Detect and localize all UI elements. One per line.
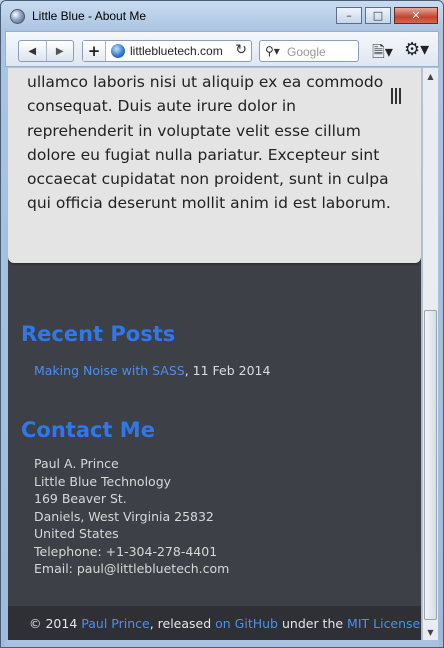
window-title: Little Blue - About Me	[32, 9, 147, 23]
page-viewport: ullamco laboris nisi ut aliquip ex ea co…	[8, 68, 421, 640]
about-paragraph: ullamco laboris nisi ut aliquip ex ea co…	[27, 73, 391, 213]
contact-name: Paul A. Prince	[34, 456, 119, 471]
close-button[interactable]: ✕	[394, 7, 438, 24]
back-button[interactable]: ◀	[19, 41, 47, 61]
title-bar: Little Blue - About Me – □ ✕	[1, 1, 443, 31]
window-controls: – □ ✕	[336, 7, 438, 24]
scroll-up-arrow[interactable]: ▲	[423, 68, 438, 84]
browser-globe-icon	[10, 9, 25, 24]
browser-toolbar: ◀ ▶ + littlebluetech.com ↻ ⚲▾ Google 🗎▾ …	[5, 31, 439, 67]
contact-heading: Contact Me	[21, 418, 155, 442]
contact-email: Email: paul@littlebluetech.com	[34, 561, 230, 576]
url-text[interactable]: littlebluetech.com	[130, 44, 223, 58]
address-bar[interactable]: + littlebluetech.com ↻	[82, 40, 252, 62]
footer-copyright: © 2014	[29, 616, 82, 631]
window-bottom-border	[5, 640, 439, 647]
search-placeholder: Google	[287, 45, 326, 59]
menu-toggle-icon[interactable]	[386, 86, 406, 106]
footer-text: © 2014 Paul Prince, released on GitHub u…	[29, 616, 421, 631]
post-link[interactable]: Making Noise with SASS	[34, 363, 185, 378]
forward-button[interactable]: ▶	[47, 41, 74, 61]
page-footer: © 2014 Paul Prince, released on GitHub u…	[8, 606, 421, 640]
gear-icon[interactable]: ⚙▾	[404, 39, 429, 60]
footer-under: under the	[278, 616, 348, 631]
browser-window: Little Blue - About Me – □ ✕ ◀ ▶ + littl…	[0, 0, 444, 648]
nav-buttons: ◀ ▶	[18, 40, 74, 62]
search-icon[interactable]: ⚲▾	[265, 44, 280, 58]
page-menu-icon[interactable]: 🗎▾	[372, 41, 393, 68]
contact-country: United States	[34, 526, 119, 541]
vertical-scrollbar[interactable]: ▲ ▼	[422, 68, 438, 640]
maximize-button[interactable]: □	[365, 7, 391, 24]
contact-street: 169 Beaver St.	[34, 491, 127, 506]
contact-phone: Telephone: +1-304-278-4401	[34, 543, 218, 559]
license-link[interactable]: MIT License	[347, 616, 420, 631]
minimize-button[interactable]: –	[336, 7, 362, 24]
close-icon: ✕	[411, 9, 421, 22]
contact-company: Little Blue Technology	[34, 473, 172, 489]
reload-icon[interactable]: ↻	[235, 42, 247, 58]
about-card: ullamco laboris nisi ut aliquip ex ea co…	[8, 68, 421, 263]
github-link[interactable]: on GitHub	[215, 616, 278, 631]
site-globe-icon	[111, 44, 125, 58]
scrollbar-thumb[interactable]	[424, 310, 437, 620]
post-date: , 11 Feb 2014	[184, 363, 271, 378]
contact-info: Paul A. Prince Little Blue Technology 16…	[34, 455, 229, 578]
list-item: Making Noise with SASS, 11 Feb 2014	[34, 363, 270, 378]
contact-city: Daniels, West Virginia 25832	[34, 508, 214, 524]
author-link[interactable]: Paul Prince	[81, 616, 149, 631]
footer-released: , released	[149, 616, 216, 631]
minimize-icon: –	[346, 9, 352, 22]
scroll-down-arrow[interactable]: ▼	[423, 624, 438, 640]
add-bookmark-button[interactable]: +	[83, 41, 106, 61]
recent-posts-heading: Recent Posts	[21, 322, 176, 346]
footer-period: .	[420, 616, 421, 631]
search-field[interactable]: ⚲▾ Google	[259, 40, 359, 62]
maximize-icon: □	[372, 9, 384, 22]
